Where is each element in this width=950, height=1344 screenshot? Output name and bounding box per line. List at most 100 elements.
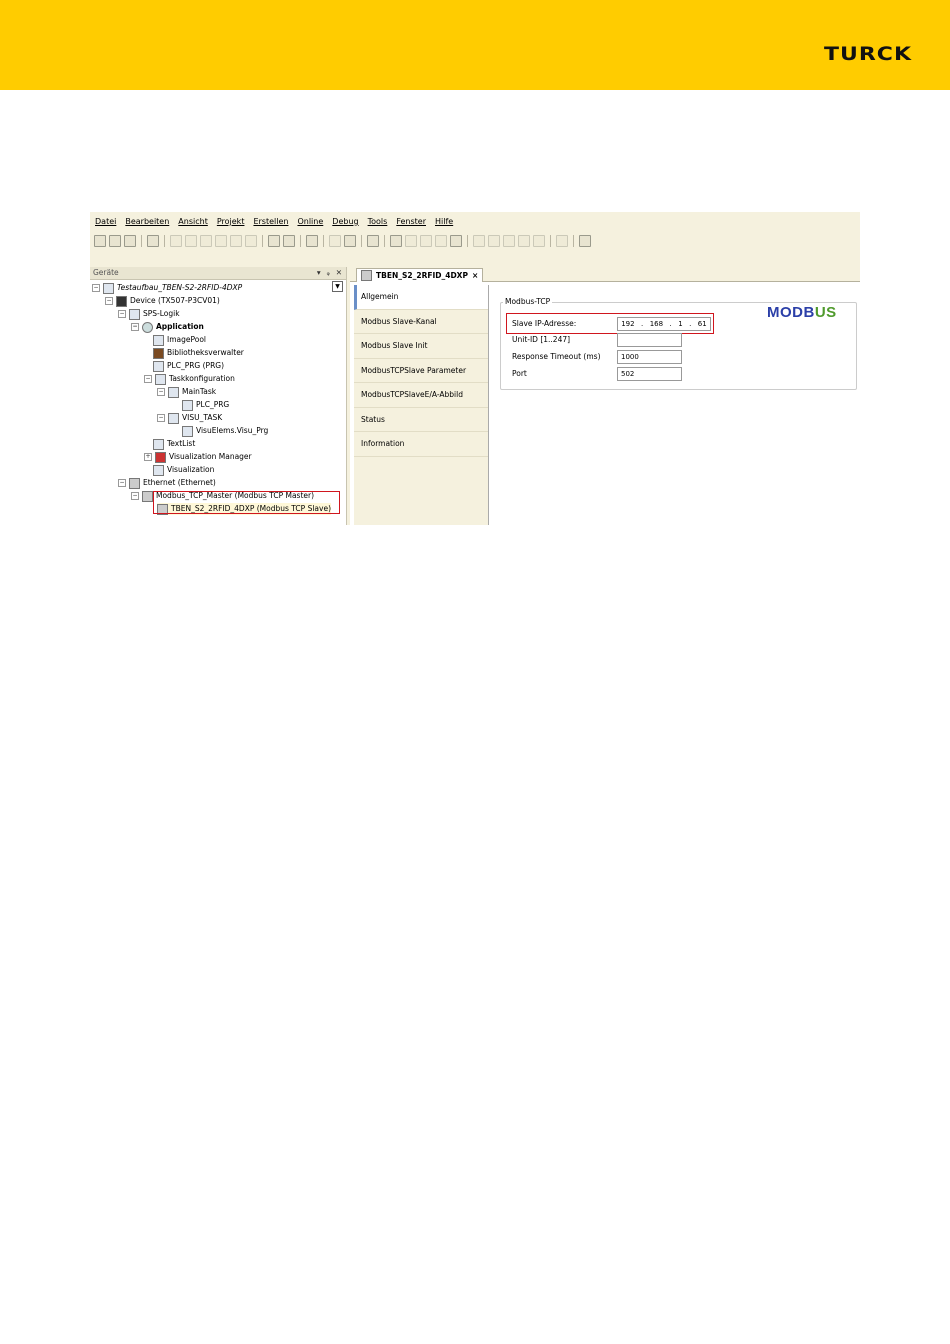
toolbar-separator: [550, 235, 551, 247]
tree-node-imagepool[interactable]: ImagePool: [153, 334, 206, 346]
toolbar-separator: [323, 235, 324, 247]
write-values-icon[interactable]: [556, 235, 568, 247]
save-icon[interactable]: [124, 235, 136, 247]
tree-node-maintask[interactable]: − MainTask: [157, 386, 216, 398]
export-icon[interactable]: [344, 235, 356, 247]
tree-node-library-manager[interactable]: Bibliotheksverwalter: [153, 347, 244, 359]
run-to-cursor-icon[interactable]: [518, 235, 530, 247]
tree-node-plc-prg[interactable]: PLC_PRG (PRG): [153, 360, 224, 372]
tree-node-visu-manager[interactable]: + Visualization Manager: [144, 451, 252, 463]
task-icon: [168, 386, 179, 398]
visualization-icon: [153, 464, 164, 476]
menu-debug[interactable]: Debug: [332, 217, 358, 231]
collapse-icon[interactable]: −: [144, 375, 152, 383]
response-timeout-label: Response Timeout (ms): [512, 352, 601, 361]
application-icon: [142, 321, 153, 333]
tree-node-visuelems[interactable]: VisuElems.Visu_Prg: [182, 425, 268, 437]
tab-close-icon[interactable]: ×: [472, 271, 478, 280]
step-over-icon[interactable]: [473, 235, 485, 247]
build-icon[interactable]: [367, 235, 379, 247]
editor-nav: Allgemein Modbus Slave-Kanal Modbus Slav…: [354, 285, 489, 525]
pin-icon[interactable]: ᵩ: [327, 267, 330, 279]
collapse-icon[interactable]: −: [118, 310, 126, 318]
port-input[interactable]: 502: [617, 367, 682, 381]
collapse-icon[interactable]: −: [118, 479, 126, 487]
open-folder-icon[interactable]: [109, 235, 121, 247]
modbus-logo: MODBUS: [767, 304, 837, 321]
toolbar: [94, 234, 591, 248]
breakpoint-icon[interactable]: [533, 235, 545, 247]
login-icon[interactable]: [390, 235, 402, 247]
menu-ansicht[interactable]: Ansicht: [178, 217, 208, 231]
nav-slave-parameter[interactable]: ModbusTCPSlave Parameter: [354, 359, 488, 383]
unit-id-label: Unit-ID [1..247]: [512, 335, 571, 344]
panel-menu-icon[interactable]: ▾: [317, 267, 321, 279]
step-out-icon[interactable]: [503, 235, 515, 247]
tree-dropdown-button[interactable]: ▼: [332, 281, 343, 292]
menu-tools[interactable]: Tools: [368, 217, 388, 231]
tab-tben-slave[interactable]: TBEN_S2_2RFID_4DXP ×: [356, 268, 484, 282]
nav-slave-init[interactable]: Modbus Slave Init: [354, 334, 488, 359]
window-icon[interactable]: [306, 235, 318, 247]
collapse-icon[interactable]: −: [105, 297, 113, 305]
nav-information[interactable]: Information: [354, 432, 488, 457]
tree-node-device[interactable]: − Device (TX507-P3CV01): [105, 295, 220, 307]
new-file-icon[interactable]: [94, 235, 106, 247]
redo-icon[interactable]: [185, 235, 197, 247]
collapse-icon[interactable]: −: [157, 414, 165, 422]
paste-icon[interactable]: [230, 235, 242, 247]
tree-node-task-config[interactable]: − Taskkonfiguration: [144, 373, 235, 385]
close-icon[interactable]: ✕: [336, 267, 342, 279]
tree-node-textlist[interactable]: TextList: [153, 438, 195, 450]
menu-bearbeiten[interactable]: Bearbeiten: [125, 217, 169, 231]
find-icon[interactable]: [268, 235, 280, 247]
delete-icon[interactable]: [245, 235, 257, 247]
replace-icon[interactable]: [283, 235, 295, 247]
collapse-icon[interactable]: −: [157, 388, 165, 396]
nav-status[interactable]: Status: [354, 408, 488, 432]
print-icon[interactable]: [147, 235, 159, 247]
menu-erstellen[interactable]: Erstellen: [253, 217, 288, 231]
copy-icon[interactable]: [215, 235, 227, 247]
stop-icon[interactable]: [435, 235, 447, 247]
header-bar: TURCK: [0, 0, 950, 90]
devices-panel: Geräte ▾ ᵩ ✕ ▼ − Testaufbau_TBEN-S2-2RFID…: [90, 267, 347, 525]
tree-node-label: ImagePool: [167, 335, 207, 344]
tree-node-maintask-plc-prg[interactable]: PLC_PRG: [182, 399, 229, 411]
tree-node-label: PLC_PRG (PRG): [167, 361, 225, 370]
menu-projekt[interactable]: Projekt: [217, 217, 245, 231]
unit-id-input[interactable]: [617, 333, 682, 347]
expand-icon[interactable]: +: [144, 453, 152, 461]
tree-node-label: Device (TX507-P3CV01): [130, 296, 220, 305]
toolbar-separator: [361, 235, 362, 247]
add-object-icon[interactable]: [329, 235, 341, 247]
nav-io-mapping[interactable]: ModbusTCPSlaveE/A-Abbild: [354, 383, 488, 408]
wrench-icon[interactable]: [450, 235, 462, 247]
nav-allgemein[interactable]: Allgemein: [354, 285, 488, 310]
project-icon: [103, 282, 114, 294]
online-config-icon[interactable]: [579, 235, 591, 247]
tree-node-label: SPS-Logik: [143, 309, 180, 318]
tree-node-visualization[interactable]: Visualization: [153, 464, 214, 476]
menu-hilfe[interactable]: Hilfe: [435, 217, 453, 231]
step-into-icon[interactable]: [488, 235, 500, 247]
menu-fenster[interactable]: Fenster: [396, 217, 426, 231]
tree-node-application[interactable]: − Application: [131, 321, 204, 333]
logout-icon[interactable]: [405, 235, 417, 247]
undo-icon[interactable]: [170, 235, 182, 247]
collapse-icon[interactable]: −: [92, 284, 100, 292]
tree-node-ethernet[interactable]: − Ethernet (Ethernet): [118, 477, 216, 489]
tree-node-label: Application: [156, 322, 204, 331]
tree-node-sps-logik[interactable]: − SPS-Logik: [118, 308, 180, 320]
tree-node-visu-task[interactable]: − VISU_TASK: [157, 412, 222, 424]
menu-datei[interactable]: Datei: [95, 217, 116, 231]
tree-node-label: Ethernet (Ethernet): [143, 478, 216, 487]
nav-slave-kanal[interactable]: Modbus Slave-Kanal: [354, 310, 488, 334]
tree-node-project[interactable]: − Testaufbau_TBEN-S2-2RFID-4DXP: [92, 282, 242, 294]
cut-icon[interactable]: [200, 235, 212, 247]
collapse-icon[interactable]: −: [131, 323, 139, 331]
menu-online[interactable]: Online: [297, 217, 323, 231]
run-icon[interactable]: [420, 235, 432, 247]
response-timeout-input[interactable]: 1000: [617, 350, 682, 364]
collapse-icon[interactable]: −: [131, 492, 139, 500]
